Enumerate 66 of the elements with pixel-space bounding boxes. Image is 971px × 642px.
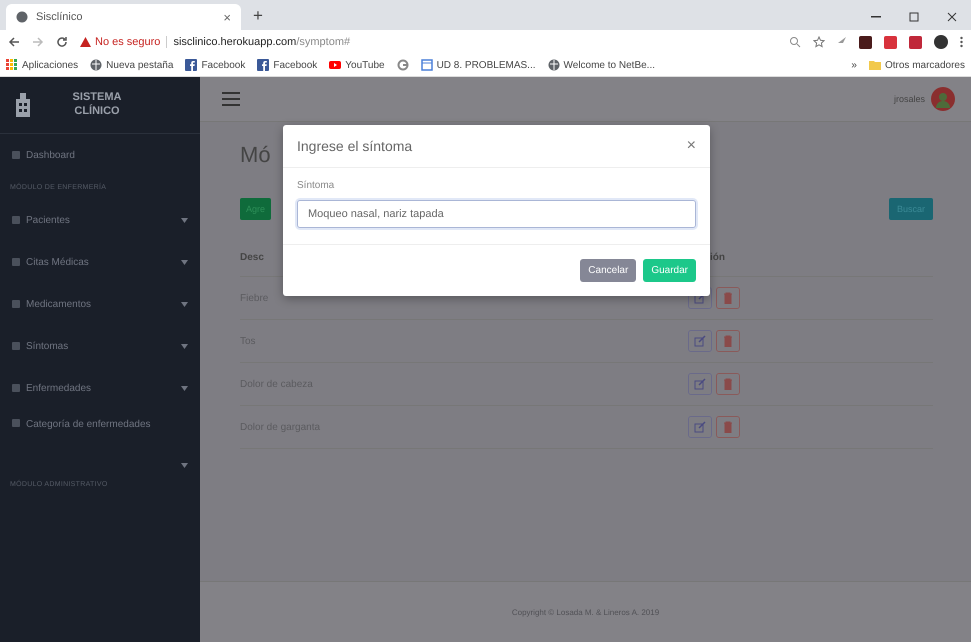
menu-item-icon (12, 151, 20, 159)
sidebar-item[interactable]: Pacientes (0, 199, 200, 241)
menu-item-icon (12, 300, 20, 308)
bookmark-link[interactable]: Welcome to NetBe... (564, 60, 656, 70)
bookmark-link[interactable]: UD 8. PROBLEMAS... (436, 60, 536, 70)
minimize-icon[interactable] (871, 16, 881, 18)
edit-icon (694, 378, 706, 390)
menu-item-icon (12, 419, 20, 427)
bookmark-link[interactable]: Aplicaciones (22, 60, 78, 70)
zoom-icon[interactable] (789, 36, 801, 48)
sidebar-item[interactable]: Enfermedades (0, 367, 200, 409)
security-warning[interactable]: No es seguro (95, 36, 160, 48)
sidebar-item[interactable]: Síntomas (0, 325, 200, 367)
close-button[interactable]: × (686, 137, 696, 155)
bookmark-link[interactable]: Facebook (273, 60, 318, 70)
trash-icon (723, 335, 733, 347)
sidebar-item[interactable]: Citas Médicas (0, 241, 200, 283)
g-logo-icon[interactable] (396, 59, 409, 71)
extension-icon[interactable] (859, 36, 872, 48)
close-icon[interactable] (947, 12, 957, 22)
bookmark-folder[interactable]: Otros marcadores (884, 60, 965, 70)
folder-icon (868, 59, 881, 71)
menu-icon[interactable] (222, 92, 240, 106)
forward-icon[interactable] (32, 36, 44, 48)
facebook-icon (257, 59, 270, 71)
symptom-input[interactable]: Moqueo nasal, nariz tapada (297, 200, 696, 228)
profile-avatar-icon[interactable] (934, 35, 948, 49)
trash-icon (723, 292, 733, 304)
field-label: Síntoma (297, 180, 336, 191)
brand-title: SISTEMA CLÍNICO (72, 91, 122, 119)
trash-icon (723, 421, 733, 433)
menu-item-icon (12, 342, 20, 350)
restore-icon[interactable] (909, 12, 919, 22)
back-icon[interactable] (8, 36, 20, 48)
page-heading: Mó (240, 142, 271, 168)
menu-icon[interactable] (960, 36, 963, 48)
bookmark-link[interactable]: YouTube (345, 60, 385, 70)
menu-item-icon (12, 258, 20, 266)
sidebar-item[interactable]: Medicamentos (0, 283, 200, 325)
new-tab-button[interactable]: + (253, 6, 263, 26)
star-icon[interactable] (813, 36, 825, 48)
menu-item-icon (12, 384, 20, 392)
apps-grid-icon (6, 59, 18, 71)
play-icon (329, 59, 342, 71)
edit-icon (694, 335, 706, 347)
cancel-button[interactable]: Cancelar (580, 259, 636, 282)
trash-icon (723, 378, 733, 390)
avatar-icon[interactable] (931, 87, 955, 111)
bookmark-link[interactable]: Nueva pestaña (106, 60, 174, 70)
reload-icon[interactable] (56, 36, 68, 48)
sidebar-item[interactable]: Dashboard (0, 134, 200, 176)
calendar-icon (420, 59, 433, 71)
warning-icon (80, 37, 91, 47)
column-header: ión (709, 252, 726, 262)
browser-tab[interactable]: Sisclínico × (6, 4, 241, 30)
more-bookmarks-button[interactable]: » (851, 60, 857, 70)
facebook-icon (185, 59, 198, 71)
menu-item-icon (12, 216, 20, 224)
modal-title: Ingrese el síntoma (297, 138, 412, 154)
hospital-icon (14, 93, 32, 117)
column-header: Desc (240, 252, 265, 262)
edit-icon (694, 421, 706, 433)
sidebar-item[interactable]: Categoría de enfermedades (0, 409, 200, 473)
close-tab-button[interactable]: × (223, 10, 231, 24)
url-text[interactable]: sisclinico.herokuapp.com/symptom# (173, 36, 350, 48)
bookmark-link[interactable]: Facebook (201, 60, 246, 70)
